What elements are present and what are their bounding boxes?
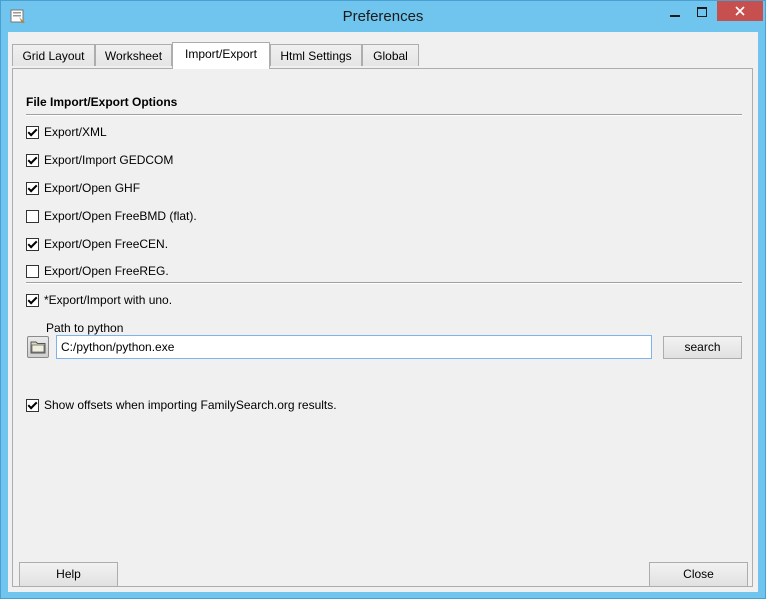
checkbox-label: *Export/Import with uno. xyxy=(44,293,173,307)
checkbox[interactable] xyxy=(26,293,39,307)
option-export-open-ghf[interactable]: Export/Open GHF xyxy=(26,180,140,196)
checkbox[interactable] xyxy=(26,398,39,412)
folder-icon[interactable] xyxy=(27,336,49,358)
checkbox-label: Show offsets when importing FamilySearch… xyxy=(44,398,337,412)
minimize-icon[interactable] xyxy=(662,2,688,22)
preferences-window: Preferences Grid Layout Worksheet Import… xyxy=(0,0,766,599)
window-title: Preferences xyxy=(342,8,424,25)
checkbox-label: Export/Open FreeREG. xyxy=(44,264,169,278)
option-show-offsets[interactable]: Show offsets when importing FamilySearch… xyxy=(26,397,337,413)
close-button[interactable]: Close xyxy=(649,562,748,587)
option-export-open-freecen[interactable]: Export/Open FreeCEN. xyxy=(26,236,168,252)
checkbox-label: Export/Open GHF xyxy=(44,181,141,195)
checkbox-label: Export/XML xyxy=(44,125,107,139)
tab-html-settings[interactable]: Html Settings xyxy=(270,44,362,66)
checkbox-label: Export/Open FreeCEN. xyxy=(44,237,169,251)
search-button[interactable]: search xyxy=(663,336,742,359)
title-bar[interactable]: Preferences xyxy=(1,1,765,32)
tab-grid-layout[interactable]: Grid Layout xyxy=(12,44,95,66)
checkbox-label: Export/Import GEDCOM xyxy=(44,153,174,167)
help-button[interactable]: Help xyxy=(19,562,118,587)
divider xyxy=(26,282,742,284)
option-export-open-freebmd[interactable]: Export/Open FreeBMD (flat). xyxy=(26,208,197,224)
tab-global[interactable]: Global xyxy=(362,44,419,66)
checkbox[interactable] xyxy=(26,125,39,139)
import-export-panel: File Import/Export Options Export/XML Ex… xyxy=(12,68,753,587)
option-export-import-gedcom[interactable]: Export/Import GEDCOM xyxy=(26,152,173,168)
close-icon[interactable] xyxy=(717,1,763,21)
python-path-label: Path to python xyxy=(46,321,124,335)
dialog-body: Grid Layout Worksheet Import/Export Html… xyxy=(8,32,758,592)
section-title: File Import/Export Options xyxy=(26,95,178,109)
checkbox[interactable] xyxy=(26,237,39,251)
checkbox[interactable] xyxy=(26,264,39,278)
option-export-import-uno[interactable]: *Export/Import with uno. xyxy=(26,292,172,308)
tab-worksheet[interactable]: Worksheet xyxy=(95,44,172,66)
tab-import-export[interactable]: Import/Export xyxy=(172,42,270,69)
checkbox[interactable] xyxy=(26,209,39,223)
python-path-input[interactable] xyxy=(56,335,652,359)
checkbox[interactable] xyxy=(26,153,39,167)
option-export-open-freereg[interactable]: Export/Open FreeREG. xyxy=(26,263,169,279)
maximize-icon[interactable] xyxy=(689,2,715,22)
option-export-xml[interactable]: Export/XML xyxy=(26,124,107,140)
checkbox-label: Export/Open FreeBMD (flat). xyxy=(44,209,197,223)
divider xyxy=(26,114,742,116)
checkbox[interactable] xyxy=(26,181,39,195)
